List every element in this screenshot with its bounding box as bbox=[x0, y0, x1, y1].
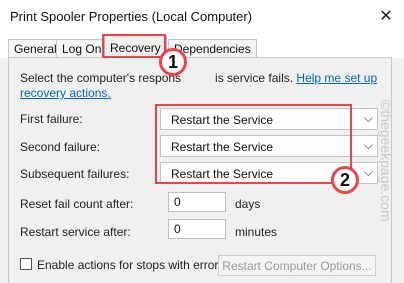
first-failure-label: First failure: bbox=[20, 112, 83, 126]
tab-log-on[interactable]: Log On bbox=[56, 39, 108, 58]
restart-computer-options-button[interactable]: Restart Computer Options... bbox=[218, 255, 376, 276]
subsequent-failures-label: Subsequent failures: bbox=[20, 167, 130, 181]
enable-actions-label: Enable actions for stops with errors. bbox=[37, 258, 228, 272]
window-title: Print Spooler Properties (Local Computer… bbox=[10, 9, 253, 24]
second-failure-label: Second failure: bbox=[20, 140, 101, 154]
restart-service-input[interactable]: 0 bbox=[168, 219, 226, 239]
reset-fail-count-input[interactable]: 0 bbox=[168, 192, 226, 212]
close-button[interactable]: ✕ bbox=[372, 3, 400, 29]
tab-general[interactable]: General bbox=[8, 39, 63, 58]
step-badge-1: 1 bbox=[159, 48, 187, 76]
enable-actions-checkbox[interactable] bbox=[20, 258, 32, 270]
description-text: Select the computer's respons bbox=[20, 71, 182, 85]
description-text-2: is service fails. bbox=[215, 71, 294, 85]
days-unit-label: days bbox=[235, 197, 261, 211]
title-bar: Print Spooler Properties (Local Computer… bbox=[0, 0, 404, 34]
step-badge-2: 2 bbox=[331, 166, 359, 194]
failure-dropdowns-highlight bbox=[155, 104, 352, 184]
watermark: ©thegeekpage.com bbox=[370, 100, 400, 240]
reset-fail-count-label: Reset fail count after: bbox=[20, 197, 134, 211]
restart-service-label: Restart service after: bbox=[20, 225, 131, 239]
close-icon: ✕ bbox=[379, 8, 393, 25]
recovery-description: Select the computer's respons is service … bbox=[20, 71, 380, 101]
recovery-tab-highlight bbox=[102, 34, 166, 58]
minutes-unit-label: minutes bbox=[235, 225, 278, 239]
watermark-text: ©thegeekpage.com bbox=[378, 100, 394, 222]
